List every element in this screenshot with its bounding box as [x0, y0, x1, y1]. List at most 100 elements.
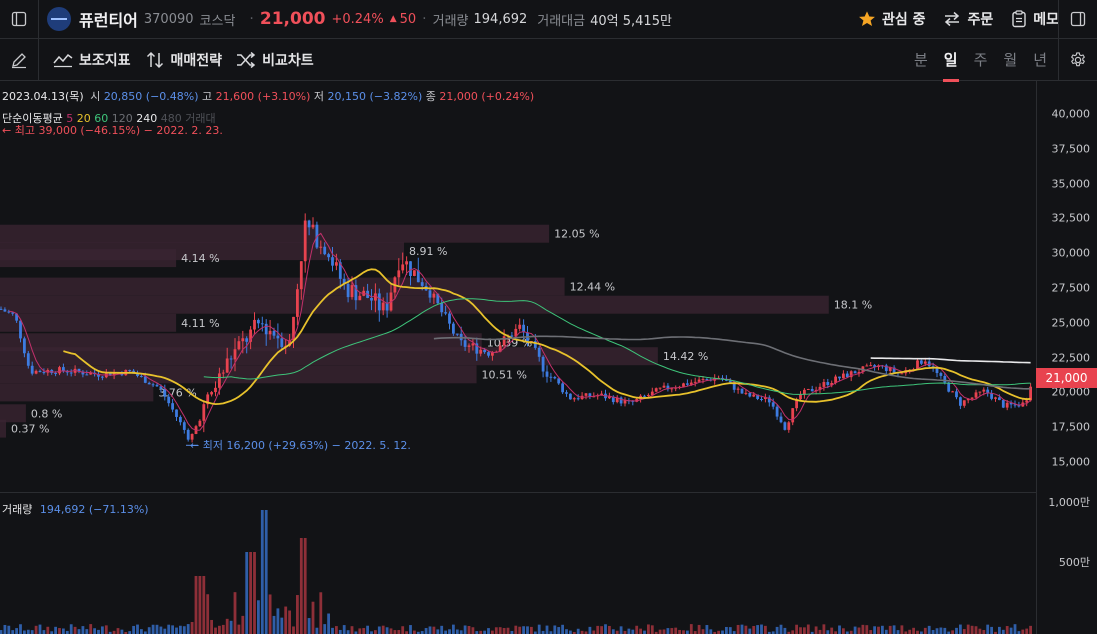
- volume-bar: [97, 629, 100, 634]
- volume-bar: [986, 624, 990, 634]
- sidebar-toggle-button[interactable]: [0, 0, 39, 38]
- price-chart[interactable]: 12.05 % 8.91 % 4.14 % 12.44 % 18.1 % 4.11 % 10…: [0, 81, 1097, 634]
- candle-body: [752, 394, 756, 397]
- candle-body: [783, 422, 787, 430]
- candle-body: [658, 387, 662, 389]
- volume-bar: [896, 630, 900, 634]
- volume-profile-label: 4.14 %: [181, 252, 219, 265]
- volume-bar: [229, 620, 233, 634]
- volume-bar: [877, 626, 880, 634]
- volume-bar: [303, 538, 307, 634]
- candle-body: [736, 388, 740, 390]
- candle-body: [413, 270, 416, 276]
- volume-bar: [518, 626, 522, 634]
- candle-body: [210, 392, 213, 395]
- volume-bar: [892, 625, 896, 634]
- volume-bar: [791, 630, 795, 634]
- candle-body: [455, 333, 459, 335]
- candle-body: [3, 309, 7, 312]
- volume-bar: [927, 625, 931, 634]
- volume-bar: [775, 626, 779, 634]
- candle-body: [483, 349, 486, 353]
- candle-body: [572, 398, 576, 400]
- indicator-button[interactable]: 보조지표: [53, 50, 131, 70]
- volume-bar: [409, 625, 412, 634]
- period-tabs: 분 일 주 월 년: [914, 39, 1047, 82]
- volume-profile-bar: [0, 383, 154, 402]
- change-percent: +0.24%: [331, 11, 384, 27]
- candle-body: [175, 409, 178, 417]
- candle-body: [397, 270, 401, 278]
- volume-bar: [54, 626, 57, 634]
- tab-day[interactable]: 일: [942, 49, 959, 82]
- volume-bar: [678, 629, 681, 634]
- volume-bar: [311, 601, 315, 634]
- memo-label: 메모: [1033, 12, 1059, 28]
- volume-bar: [194, 576, 198, 634]
- panel-toggle-button[interactable]: [1058, 0, 1097, 38]
- tab-year[interactable]: 년: [1033, 49, 1047, 70]
- volume-bar: [506, 627, 510, 634]
- tab-month[interactable]: 월: [1003, 49, 1017, 70]
- candle-body: [838, 376, 841, 379]
- volume-bar: [760, 624, 763, 634]
- volume-tick-label: 500만: [1058, 556, 1090, 569]
- candle-body: [221, 372, 225, 374]
- candle-body: [686, 383, 689, 385]
- volume-bar: [939, 627, 943, 634]
- volume-bar: [471, 627, 475, 634]
- volume-bar: [393, 630, 397, 634]
- volume-note: 194,692 (−71.13%): [39, 503, 149, 516]
- tab-minute[interactable]: 분: [914, 49, 928, 70]
- volume-bar: [249, 552, 252, 634]
- memo-icon: [1012, 10, 1026, 28]
- volume-bar: [1021, 629, 1025, 634]
- y-tick-label: 15,000: [1051, 455, 1091, 469]
- candle-body: [670, 388, 674, 390]
- volume-bar: [744, 625, 748, 634]
- drawing-tool-button[interactable]: [0, 39, 39, 80]
- volume-bar: [530, 626, 533, 634]
- candle-body: [30, 365, 34, 374]
- volume-bar: [608, 625, 611, 634]
- ohlc-info: 2023.04.13(목) 시 20,850 (−0.48%) 고 21,600…: [2, 88, 534, 104]
- volume-bar: [611, 629, 615, 634]
- tab-week[interactable]: 주: [974, 49, 988, 70]
- strategy-button[interactable]: 매매전략: [145, 50, 222, 70]
- volume-bar: [799, 627, 802, 634]
- candle-body: [444, 312, 447, 314]
- candle-body: [350, 285, 354, 298]
- volume-bar: [666, 628, 670, 634]
- compare-button[interactable]: 비교차트: [236, 50, 314, 70]
- candle-body: [537, 347, 541, 357]
- candle-body: [85, 374, 89, 376]
- volume-bar: [650, 625, 654, 634]
- volume-bar: [401, 626, 405, 634]
- high-label: 고: [202, 90, 213, 103]
- candle-body: [799, 394, 802, 400]
- order-button[interactable]: 주문: [943, 9, 993, 29]
- volume-bar: [101, 626, 104, 634]
- volume-bar: [959, 624, 962, 634]
- price-axis[interactable]: 40,000 37,500 35,000 32,500 30,000 27,500 25,0…: [1036, 81, 1097, 634]
- volume-bar: [93, 628, 96, 634]
- open-label: 시: [90, 90, 101, 103]
- candle-body: [272, 330, 276, 336]
- volume-bar: [966, 624, 970, 634]
- candle-body: [268, 330, 272, 335]
- memo-button[interactable]: 메모: [1011, 9, 1059, 29]
- watchlist-button[interactable]: 관심 중: [858, 9, 925, 29]
- volume-bar: [842, 628, 845, 634]
- candle-body: [264, 323, 268, 335]
- candle-body: [335, 262, 338, 266]
- volume-profile-bar: [0, 277, 565, 296]
- volume-profile-label: 8.91 %: [409, 245, 447, 258]
- ohlc-date: 2023.04.13(목): [2, 90, 84, 103]
- chart-settings-button[interactable]: [1058, 39, 1097, 80]
- volume-bar: [288, 610, 291, 634]
- volume-bar: [210, 619, 213, 634]
- volume-bar: [522, 626, 525, 634]
- candle-body: [623, 400, 627, 404]
- volume-bar: [233, 592, 237, 634]
- volume-bar: [884, 629, 888, 634]
